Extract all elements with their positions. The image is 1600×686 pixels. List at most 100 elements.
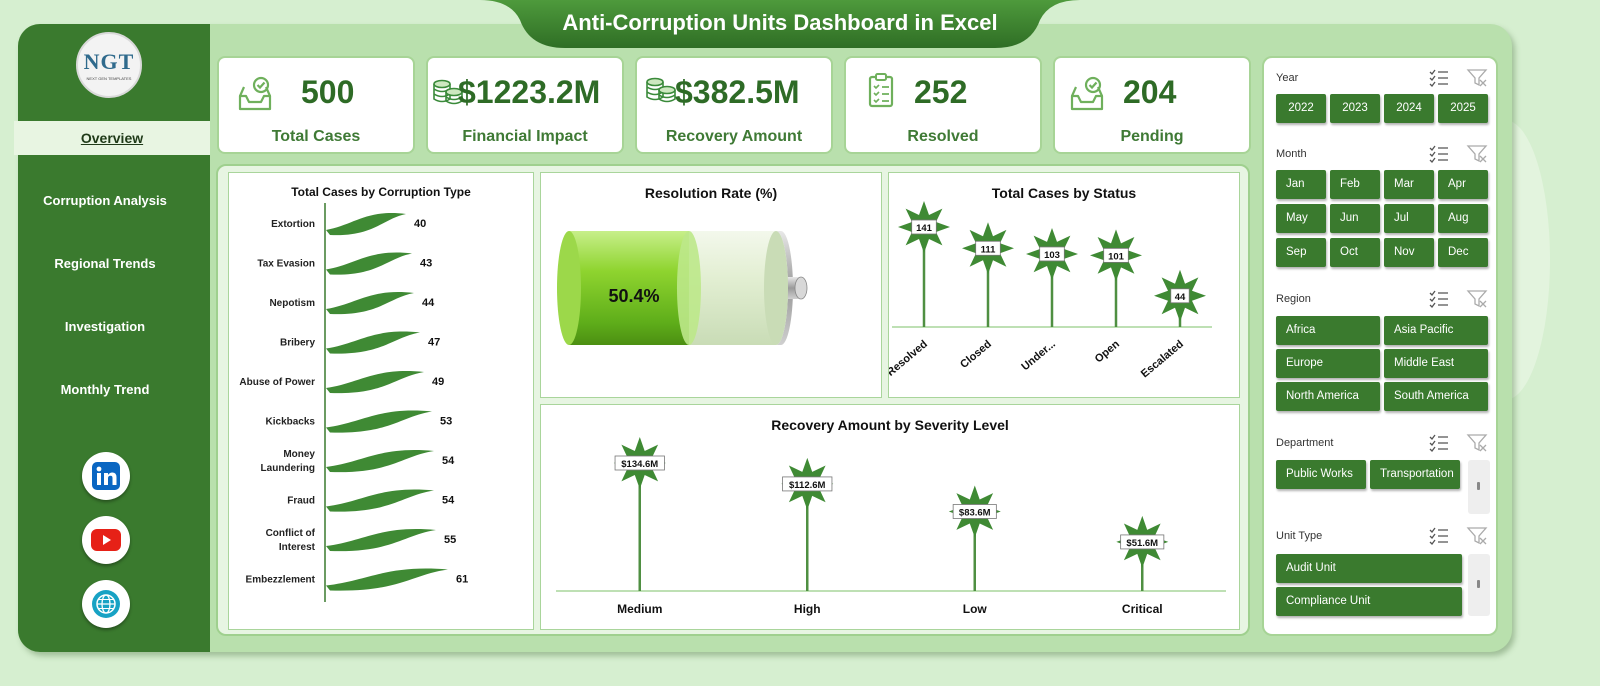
data-label: 54 [442,455,455,467]
youtube-button[interactable] [82,516,130,564]
bar [326,568,448,591]
category-label: Bribery [280,338,315,349]
data-label: 101 [1108,251,1125,262]
filter-year-2022[interactable]: 2022 [1276,94,1326,123]
category-label: Conflict of Interest [266,528,316,553]
filter-month-oct[interactable]: Oct [1330,238,1380,267]
filter-month-aug[interactable]: Aug [1438,204,1488,233]
kpi-financial-impact: $1223.2M Financial Impact [426,56,624,154]
filter-unit-compliance[interactable]: Compliance Unit [1276,587,1462,616]
globe-icon [92,590,120,618]
multi-select-icon[interactable] [1429,290,1448,308]
kpi-pending: 204 Pending [1053,56,1251,154]
linkedin-button[interactable] [82,452,130,500]
clear-filter-icon[interactable] [1466,527,1488,545]
website-button[interactable] [82,580,130,628]
category-label: Abuse of Power [239,377,315,388]
nav-monthly-trend[interactable]: Monthly Trend [0,382,210,397]
unit-type-scrollbar[interactable] [1468,554,1490,616]
category-label: Kickbacks [266,417,316,428]
panel-recovery-by-severity: Recovery Amount by Severity Level $134.6… [540,404,1240,630]
kpi-label: Pending [1120,128,1184,145]
kpi-label: Total Cases [271,128,361,145]
resolution-rate-gauge: 50.4% [557,231,808,345]
filter-month-sep[interactable]: Sep [1276,238,1326,267]
kpi-resolved: 252 Resolved [844,56,1042,154]
filter-dept-public-works[interactable]: Public Works [1276,460,1366,489]
filter-unit-type-controls [1428,525,1490,550]
filter-region-controls [1428,288,1490,313]
logo-subtext: NEXT GEN TEMPLATES [86,76,132,81]
multi-select-icon[interactable] [1429,434,1448,452]
dashboard-title: Anti-Corruption Units Dashboard in Excel [562,10,998,35]
department-scrollbar[interactable] [1468,460,1490,514]
filter-panel: Year 2022 2023 2024 2025 Month Jan Feb M… [1262,56,1498,636]
clear-filter-icon[interactable] [1466,145,1488,163]
kpi-value: $382.5M [675,74,800,110]
kpi-label: Recovery Amount [665,128,803,145]
filter-month-mar[interactable]: Mar [1384,170,1434,199]
clear-filter-icon[interactable] [1466,290,1488,308]
filter-region-middle-east[interactable]: Middle East [1384,349,1488,378]
cases-by-type-chart: Extortion 40 Tax Evasion 43 Nepotism 44 Briber… [239,203,468,602]
bar [326,529,436,552]
filter-region-asia-pacific[interactable]: Asia Pacific [1384,316,1488,345]
filter-month-jul[interactable]: Jul [1384,204,1434,233]
category-label: Medium [617,602,662,616]
filter-month-controls [1428,143,1490,168]
filter-month-nov[interactable]: Nov [1384,238,1434,267]
multi-select-icon[interactable] [1429,69,1448,87]
multi-select-icon[interactable] [1429,145,1448,163]
category-label: Low [963,602,988,616]
filter-department-controls [1428,432,1490,457]
filter-year-2025[interactable]: 2025 [1438,94,1488,123]
category-label: Embezzlement [246,575,316,586]
filter-year-2024[interactable]: 2024 [1384,94,1434,123]
nav-corruption-analysis[interactable]: Corruption Analysis [0,193,210,208]
multi-select-icon[interactable] [1429,527,1448,545]
filter-month-label: Month [1276,148,1307,160]
filter-month-apr[interactable]: Apr [1438,170,1488,199]
bar [326,213,406,236]
nav-regional-trends[interactable]: Regional Trends [0,256,210,271]
gauge-fill-end [676,231,701,345]
bar [326,489,434,512]
kpi-value: $1223.2M [458,74,601,110]
panel-cases-by-type: Total Cases by Corruption Type Extortion… [228,172,534,630]
filter-region-label: Region [1276,293,1311,305]
bar [326,450,434,473]
kpi-label: Financial Impact [462,128,588,145]
filter-region-africa[interactable]: Africa [1276,316,1380,345]
kpi-total-cases: 500 Total Cases [217,56,415,154]
nav-investigation[interactable]: Investigation [0,319,210,334]
filter-region-europe[interactable]: Europe [1276,349,1380,378]
kpi-value: 500 [301,74,355,110]
data-label: 49 [432,376,444,388]
bar [326,252,412,275]
filter-month-jun[interactable]: Jun [1330,204,1380,233]
linkedin-icon [92,462,120,490]
category-label: Extortion [271,219,315,230]
filter-month-feb[interactable]: Feb [1330,170,1380,199]
data-label: 44 [422,297,435,309]
recovery-by-severity-chart: $134.6M Medium $112.6M High $83.6M Low $51.6M C… [556,437,1226,616]
nav-overview[interactable]: Overview [14,121,210,155]
filter-month-jan[interactable]: Jan [1276,170,1326,199]
category-label: Resolved [889,338,930,379]
data-label: 54 [442,495,455,507]
kpi-value: 252 [914,74,968,110]
filter-region-south-america[interactable]: South America [1384,382,1488,411]
filter-region-north-america[interactable]: North America [1276,382,1380,411]
filter-unit-audit[interactable]: Audit Unit [1276,554,1462,583]
data-label: 40 [414,218,426,230]
filter-month-dec[interactable]: Dec [1438,238,1488,267]
clear-filter-icon[interactable] [1466,434,1488,452]
category-label: Critical [1122,602,1163,616]
filter-year-2023[interactable]: 2023 [1330,94,1380,123]
category-label: Under... [1019,338,1058,373]
clear-filter-icon[interactable] [1466,69,1488,87]
bar [326,331,420,354]
filter-dept-transportation[interactable]: Transportation [1370,460,1460,489]
bar [326,292,414,315]
filter-month-may[interactable]: May [1276,204,1326,233]
